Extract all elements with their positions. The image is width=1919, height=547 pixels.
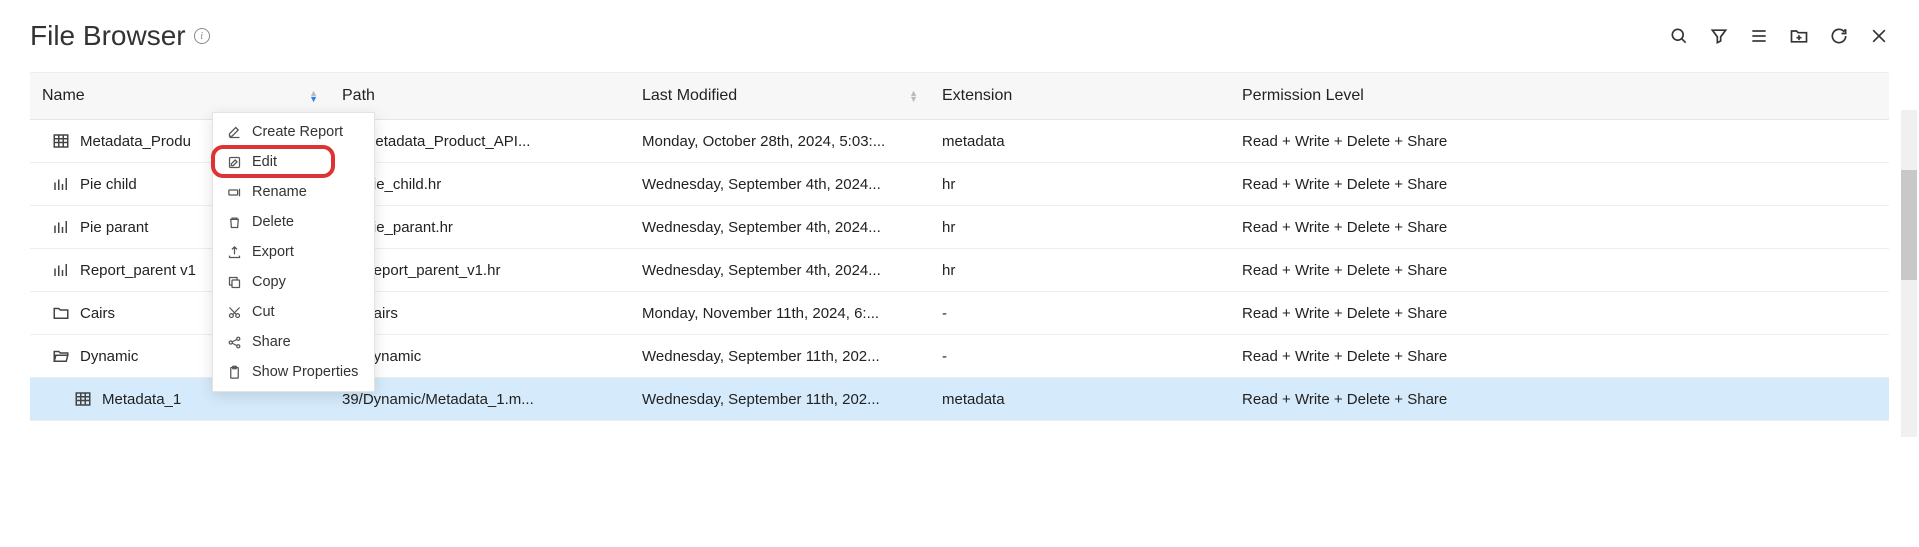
clipboard-icon bbox=[227, 365, 242, 380]
new-folder-icon[interactable] bbox=[1789, 26, 1809, 46]
col-header-modified[interactable]: Last Modified ▲▼ bbox=[630, 73, 930, 120]
bar-icon bbox=[52, 175, 70, 193]
file-permission: Read + Write + Delete + Share bbox=[1230, 292, 1889, 335]
file-permission: Read + Write + Delete + Share bbox=[1230, 120, 1889, 163]
file-name: Report_parent v1 bbox=[80, 262, 196, 279]
file-extension: hr bbox=[930, 206, 1230, 249]
menu-label: Export bbox=[252, 244, 294, 260]
file-name: Metadata_Produ bbox=[80, 133, 191, 150]
file-modified: Wednesday, September 4th, 2024... bbox=[630, 249, 930, 292]
menu-label: Copy bbox=[252, 274, 286, 290]
edit-square-icon bbox=[227, 155, 242, 170]
file-modified: Wednesday, September 4th, 2024... bbox=[630, 163, 930, 206]
file-permission: Read + Write + Delete + Share bbox=[1230, 163, 1889, 206]
copy-icon bbox=[227, 275, 242, 290]
file-modified: Wednesday, September 11th, 202... bbox=[630, 378, 930, 421]
context-menu: Create Report Edit Rename Delete Export Copy C… bbox=[212, 112, 375, 392]
file-path: 39/Dynamic bbox=[330, 335, 630, 378]
menu-label: Cut bbox=[252, 304, 275, 320]
file-extension: - bbox=[930, 335, 1230, 378]
file-name: Dynamic bbox=[80, 348, 138, 365]
menu-label: Edit bbox=[252, 154, 277, 170]
file-extension: hr bbox=[930, 163, 1230, 206]
pencil-line-icon bbox=[227, 125, 242, 140]
cut-icon bbox=[227, 305, 242, 320]
refresh-icon[interactable] bbox=[1829, 26, 1849, 46]
menu-item-export[interactable]: Export bbox=[213, 237, 374, 267]
menu-icon[interactable] bbox=[1749, 26, 1769, 46]
close-icon[interactable] bbox=[1869, 26, 1889, 46]
file-name: Cairs bbox=[80, 305, 115, 322]
filter-icon[interactable] bbox=[1709, 26, 1729, 46]
menu-label: Create Report bbox=[252, 124, 343, 140]
grid-icon bbox=[74, 390, 92, 408]
file-path: 39/Metadata_Product_API... bbox=[330, 120, 630, 163]
share-icon bbox=[227, 335, 242, 350]
file-path: 39/Pie_child.hr bbox=[330, 163, 630, 206]
file-modified: Wednesday, September 4th, 2024... bbox=[630, 206, 930, 249]
menu-label: Delete bbox=[252, 214, 294, 230]
trash-icon bbox=[227, 215, 242, 230]
file-path: 39/Report_parent_v1.hr bbox=[330, 249, 630, 292]
rename-icon bbox=[227, 185, 242, 200]
col-header-extension[interactable]: Extension bbox=[930, 73, 1230, 120]
menu-item-copy[interactable]: Copy bbox=[213, 267, 374, 297]
file-extension: metadata bbox=[930, 378, 1230, 421]
scrollbar-thumb[interactable] bbox=[1901, 170, 1917, 280]
file-modified: Monday, October 28th, 2024, 5:03:... bbox=[630, 120, 930, 163]
col-label: Extension bbox=[942, 87, 1012, 104]
menu-item-create-report[interactable]: Create Report bbox=[213, 117, 374, 147]
bar-icon bbox=[52, 218, 70, 236]
col-label: Path bbox=[342, 87, 375, 104]
file-path: 39/Cairs bbox=[330, 292, 630, 335]
col-label: Name bbox=[42, 87, 85, 105]
menu-item-delete[interactable]: Delete bbox=[213, 207, 374, 237]
file-modified: Monday, November 11th, 2024, 6:... bbox=[630, 292, 930, 335]
folder-icon bbox=[52, 304, 70, 322]
file-extension: - bbox=[930, 292, 1230, 335]
file-modified: Wednesday, September 11th, 202... bbox=[630, 335, 930, 378]
col-label: Permission Level bbox=[1242, 87, 1364, 104]
file-permission: Read + Write + Delete + Share bbox=[1230, 206, 1889, 249]
file-extension: hr bbox=[930, 249, 1230, 292]
menu-item-cut[interactable]: Cut bbox=[213, 297, 374, 327]
col-header-permission[interactable]: Permission Level bbox=[1230, 73, 1889, 120]
menu-item-edit[interactable]: Edit bbox=[213, 147, 374, 177]
search-icon[interactable] bbox=[1669, 26, 1689, 46]
menu-item-rename[interactable]: Rename bbox=[213, 177, 374, 207]
file-name: Metadata_1 bbox=[102, 391, 181, 408]
menu-label: Share bbox=[252, 334, 291, 350]
grid-icon bbox=[52, 132, 70, 150]
col-label: Last Modified bbox=[642, 87, 737, 105]
sort-icon[interactable]: ▲▼ bbox=[309, 90, 318, 102]
file-permission: Read + Write + Delete + Share bbox=[1230, 335, 1889, 378]
menu-label: Rename bbox=[252, 184, 307, 200]
info-icon[interactable]: i bbox=[194, 28, 210, 44]
col-header-path[interactable]: Path bbox=[330, 73, 630, 120]
file-extension: metadata bbox=[930, 120, 1230, 163]
menu-item-share[interactable]: Share bbox=[213, 327, 374, 357]
folder-open-icon bbox=[52, 347, 70, 365]
file-path: 39/Dynamic/Metadata_1.m... bbox=[330, 378, 630, 421]
export-icon bbox=[227, 245, 242, 260]
toolbar bbox=[1669, 26, 1889, 46]
scrollbar-track[interactable] bbox=[1901, 110, 1917, 437]
menu-item-show-properties[interactable]: Show Properties bbox=[213, 357, 374, 387]
page-title: File Browser bbox=[30, 20, 186, 52]
file-name: Pie parant bbox=[80, 219, 148, 236]
file-permission: Read + Write + Delete + Share bbox=[1230, 249, 1889, 292]
menu-label: Show Properties bbox=[252, 364, 358, 380]
file-permission: Read + Write + Delete + Share bbox=[1230, 378, 1889, 421]
file-path: 39/Pie_parant.hr bbox=[330, 206, 630, 249]
bar-icon bbox=[52, 261, 70, 279]
sort-icon[interactable]: ▲▼ bbox=[909, 90, 918, 102]
file-name: Pie child bbox=[80, 176, 137, 193]
